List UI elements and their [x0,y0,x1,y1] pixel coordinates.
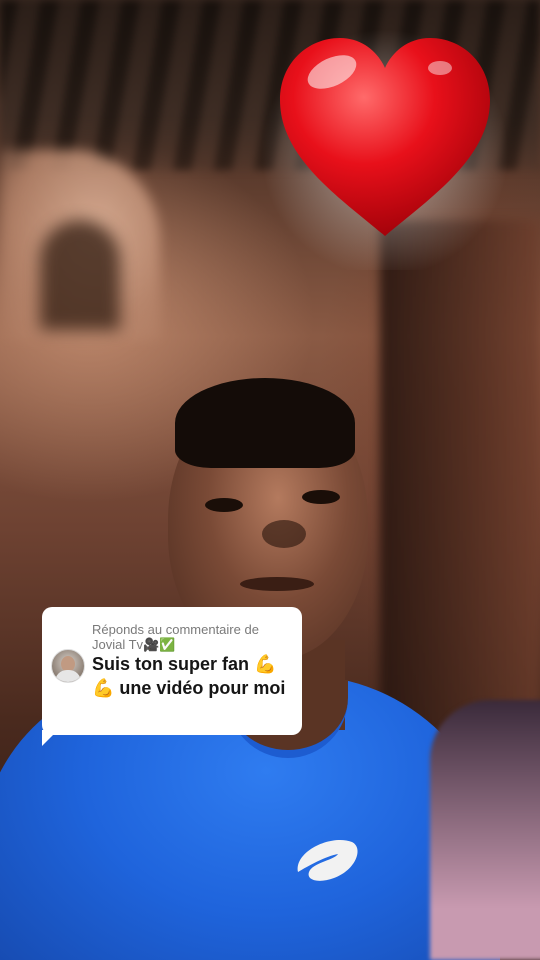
left-eye [205,498,243,512]
video-frame[interactable]: Réponds au commentaire de Jovial Tv🎥✅ Su… [0,0,540,960]
hair [175,378,355,468]
nose [262,520,306,548]
shirt-logo-icon [297,840,358,881]
commenter-name[interactable]: Jovial Tv🎥✅ [92,637,175,652]
comment-text: Suis ton super fan 💪💪 une vidéo pour moi [92,654,286,698]
right-eye [302,490,340,504]
avatar-body [55,670,81,682]
comment-reply-bubble[interactable]: Réponds au commentaire de Jovial Tv🎥✅ Su… [42,607,302,735]
commenter-avatar[interactable] [51,649,85,683]
bubble-tail [42,730,58,746]
reply-prefix: Réponds au commentaire de [92,622,259,637]
heart-icon [280,38,490,236]
foreground-object [430,700,540,960]
mouth [240,577,314,591]
reply-header: Réponds au commentaire de Jovial Tv🎥✅ [92,622,292,652]
